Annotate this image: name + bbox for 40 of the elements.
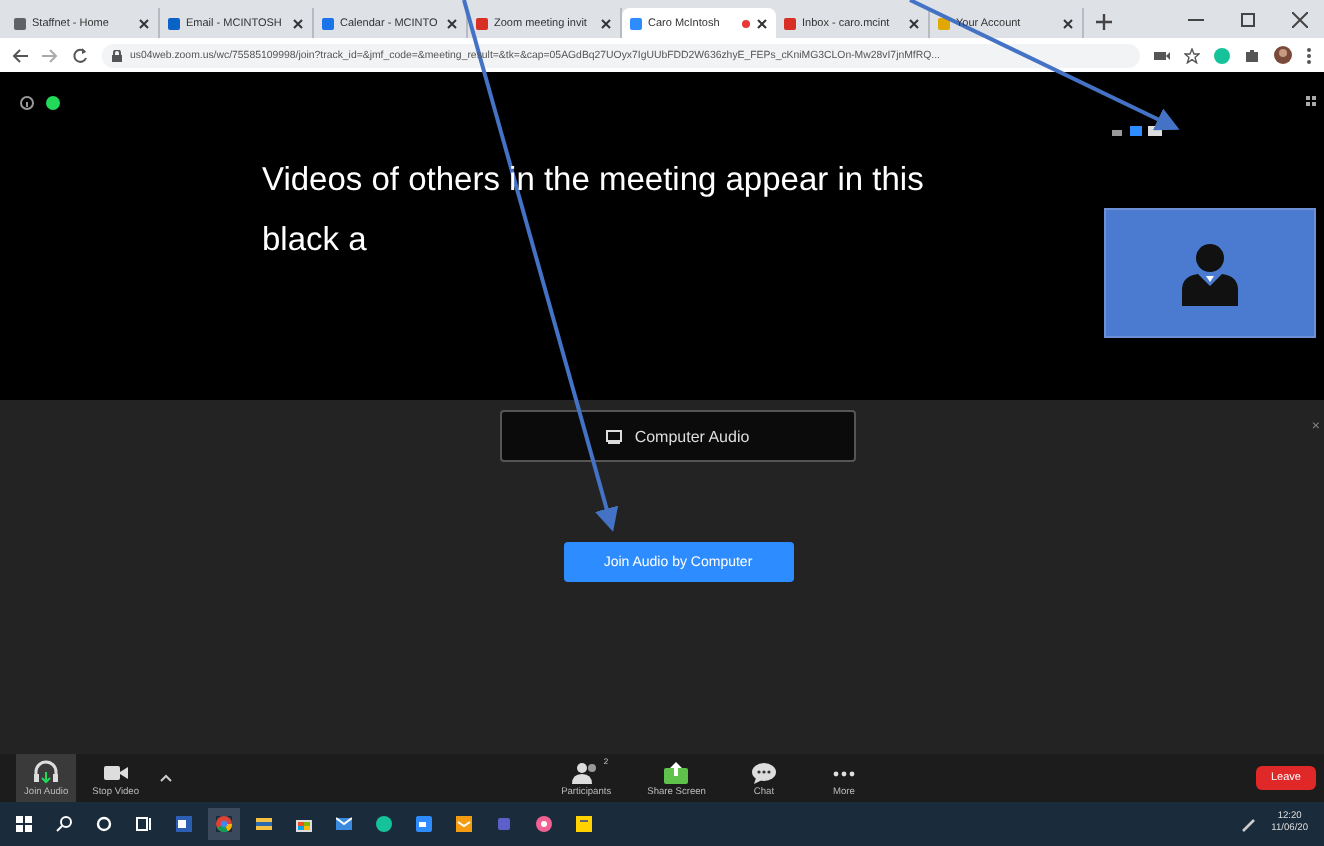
new-tab-icon[interactable] [1096, 14, 1112, 30]
folder-app-icon[interactable] [256, 816, 272, 832]
mail-app-icon[interactable] [336, 816, 352, 832]
participants-icon [572, 759, 601, 785]
close-icon[interactable] [756, 17, 768, 29]
zoom-app-icon[interactable] [416, 816, 432, 832]
cortana-circle-icon[interactable] [96, 816, 112, 832]
chat-icon [749, 759, 778, 785]
caret-icon[interactable] [159, 774, 172, 782]
close-icon[interactable] [1292, 11, 1308, 27]
audio-popup[interactable]: Computer Audio [500, 410, 856, 462]
restore-icon[interactable] [1240, 11, 1256, 27]
camera-icon[interactable] [1154, 49, 1170, 61]
computer-icon [606, 429, 623, 443]
thumbnail-controls-icon[interactable] [1112, 126, 1164, 138]
forward-icon [42, 47, 58, 63]
headphones-icon [32, 759, 61, 785]
lock-icon [112, 49, 122, 61]
close-icon[interactable] [908, 17, 920, 29]
windows-start-icon[interactable] [16, 816, 32, 832]
close-icon[interactable] [292, 17, 304, 29]
task-view-icon[interactable] [136, 816, 152, 832]
back-icon[interactable] [12, 47, 28, 63]
menu-icon[interactable] [1306, 47, 1312, 63]
pen-icon[interactable] [1241, 817, 1256, 831]
share-screen-icon [662, 759, 691, 785]
close-icon[interactable] [600, 17, 612, 29]
sticky-notes-app-icon[interactable] [576, 816, 592, 832]
word-app-icon[interactable] [176, 816, 192, 832]
reload-icon[interactable] [72, 47, 88, 63]
avatar-icon[interactable] [1274, 46, 1292, 64]
person-silhouette-icon [1182, 241, 1238, 305]
star-icon[interactable] [1184, 47, 1200, 63]
grid-view-icon[interactable] [1306, 96, 1316, 106]
search-icon[interactable] [56, 816, 72, 832]
store-app-icon[interactable] [296, 816, 312, 832]
close-icon[interactable] [138, 17, 150, 29]
close-icon[interactable] [446, 17, 458, 29]
close-icon[interactable] [1062, 17, 1074, 29]
info-icon[interactable] [20, 96, 34, 110]
